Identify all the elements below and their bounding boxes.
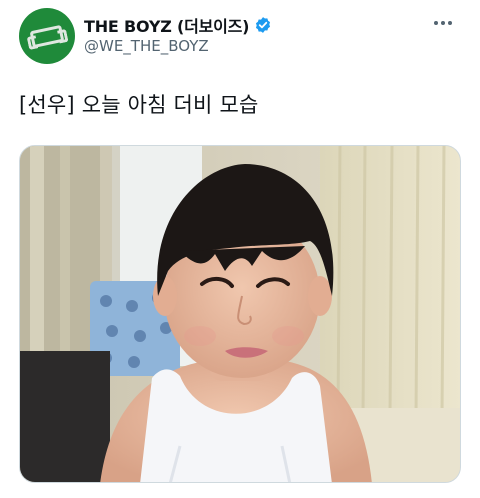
tweet-card: THE BOYZ (더보이즈) @WE_THE_BOYZ [선우] 오늘 아침 … <box>0 0 480 498</box>
avatar[interactable] <box>19 8 75 64</box>
author-handle[interactable]: @WE_THE_BOYZ <box>84 37 209 55</box>
tweet-text: [선우] 오늘 아침 더비 모습 <box>19 93 259 117</box>
tweet-photo[interactable] <box>19 145 461 483</box>
child-portrait-photo <box>20 146 460 482</box>
more-dots-icon <box>434 21 438 25</box>
author-name-row: THE BOYZ (더보이즈) <box>84 14 272 36</box>
verified-badge-icon <box>256 17 271 33</box>
more-options-button[interactable] <box>428 10 458 36</box>
the-boyz-logo-icon <box>29 24 65 49</box>
author-display-name[interactable]: THE BOYZ (더보이즈) <box>84 13 249 37</box>
